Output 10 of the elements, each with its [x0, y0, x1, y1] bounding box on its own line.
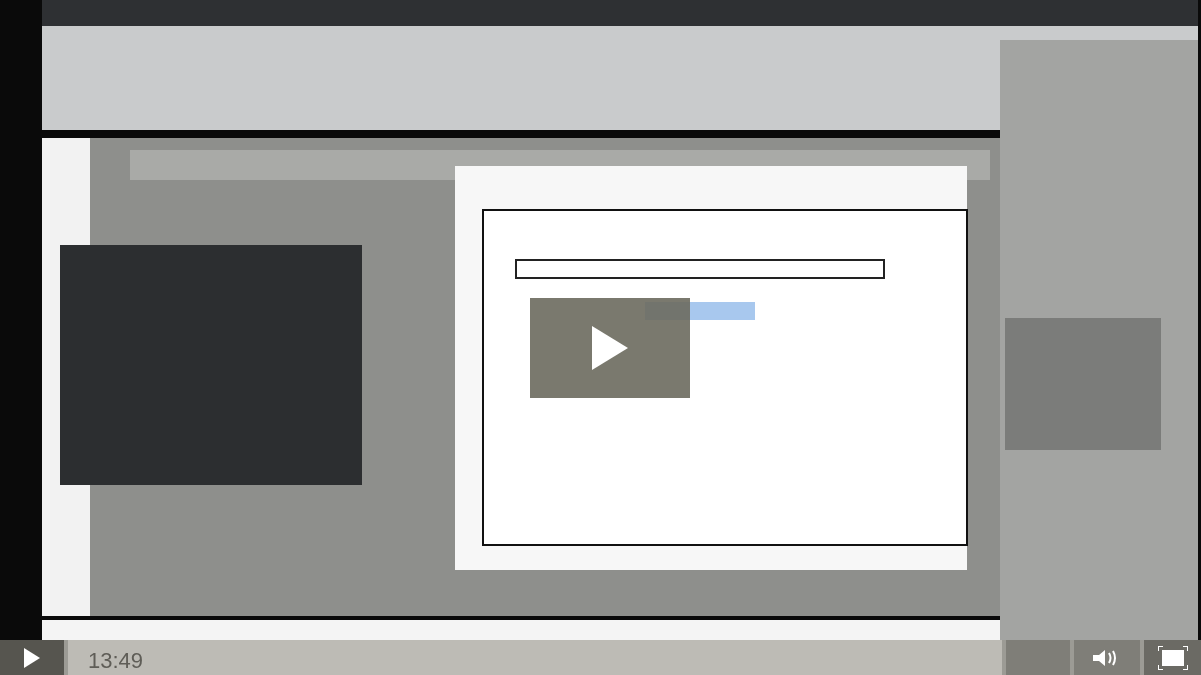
- play-overlay-button[interactable]: [530, 298, 690, 398]
- fullscreen-button[interactable]: [1140, 640, 1201, 675]
- progress-track[interactable]: 13:49: [68, 640, 1002, 675]
- volume-button[interactable]: [1070, 640, 1140, 675]
- play-button[interactable]: [0, 640, 68, 675]
- time-text: 13:49: [88, 647, 144, 675]
- play-icon: [24, 647, 40, 668]
- fullscreen-icon: [1157, 645, 1188, 670]
- blank-control-panel: [1002, 640, 1070, 675]
- play-icon: [592, 326, 628, 370]
